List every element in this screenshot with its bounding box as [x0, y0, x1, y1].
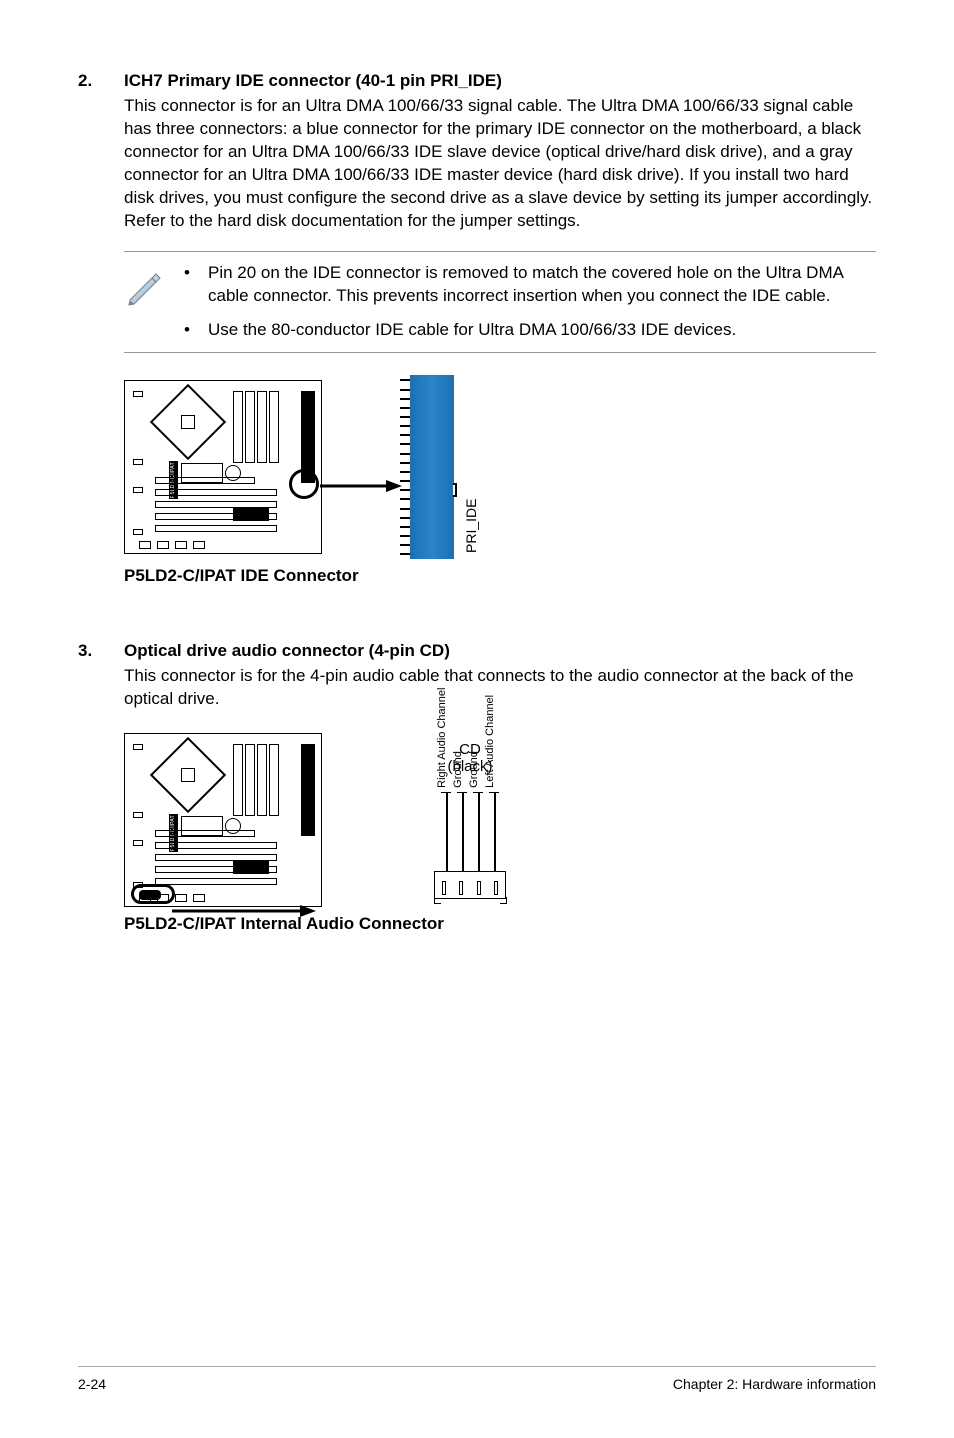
section-number: 3.: [78, 640, 124, 663]
section-heading: Optical drive audio connector (4-pin CD): [124, 640, 450, 663]
arrow-icon: [320, 466, 406, 506]
section-number: 2.: [78, 70, 124, 93]
note-text: Pin 20 on the IDE connector is removed t…: [208, 262, 876, 308]
pencil-note-icon: [124, 262, 184, 315]
note-item: • Use the 80-conductor IDE cable for Ult…: [184, 319, 876, 342]
note-item: • Pin 20 on the IDE connector is removed…: [184, 262, 876, 308]
ide-connector-label: PRI_IDE: [462, 499, 481, 553]
bullet-icon: •: [184, 262, 208, 308]
callout-circle-icon: [289, 469, 319, 499]
cd-connector-diagram: CD (black) Right Audio Channel Ground Gr…: [430, 741, 510, 900]
note-text: Use the 80-conductor IDE cable for Ultra…: [208, 319, 736, 342]
cd-header-box: [434, 871, 506, 899]
pin-label: Ground: [451, 751, 466, 788]
page-number: 2-24: [78, 1375, 106, 1394]
section-audio: 3. Optical drive audio connector (4-pin …: [78, 640, 876, 936]
figure-audio: P5LD2-C/IPAT: [124, 733, 876, 936]
motherboard-diagram: P5LD2-C/IPAT: [124, 733, 322, 907]
pin-label: Left Audio Channel: [483, 694, 498, 787]
chapter-label: Chapter 2: Hardware information: [673, 1375, 876, 1394]
arrow-icon: [172, 891, 322, 931]
figure-ide: P5LD2-C/IPAT: [124, 375, 876, 588]
note-list: • Pin 20 on the IDE connector is removed…: [184, 262, 876, 343]
section-body: This connector is for the 4-pin audio ca…: [124, 665, 876, 711]
section-body: This connector is for an Ultra DMA 100/6…: [124, 95, 876, 233]
heading-row: 2. ICH7 Primary IDE connector (40-1 pin …: [78, 70, 876, 93]
pin-label: Right Audio Channel: [435, 687, 450, 787]
ide-connector-diagram: PRI_IDE: [410, 375, 454, 559]
heading-row: 3. Optical drive audio connector (4-pin …: [78, 640, 876, 663]
note-block: • Pin 20 on the IDE connector is removed…: [124, 251, 876, 354]
page-footer: 2-24 Chapter 2: Hardware information: [78, 1366, 876, 1394]
callout-circle-icon: [131, 884, 175, 904]
section-ide: 2. ICH7 Primary IDE connector (40-1 pin …: [78, 70, 876, 588]
figure-caption: P5LD2-C/IPAT IDE Connector: [124, 565, 876, 588]
pin-label: Ground: [467, 751, 482, 788]
motherboard-diagram: P5LD2-C/IPAT: [124, 380, 322, 554]
bullet-icon: •: [184, 319, 208, 342]
section-heading: ICH7 Primary IDE connector (40-1 pin PRI…: [124, 70, 502, 93]
